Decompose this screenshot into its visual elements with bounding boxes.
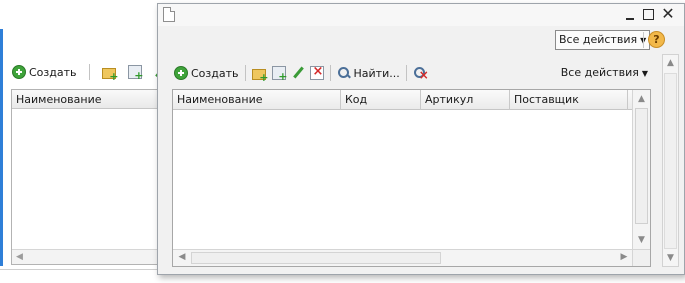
scroll-down-icon[interactable]: ▼: [663, 253, 678, 263]
background-window-accent: [0, 29, 3, 266]
edit-button[interactable]: [292, 64, 304, 82]
edit-icon: [292, 66, 304, 80]
scroll-thumb[interactable]: [635, 108, 648, 224]
column-header-article[interactable]: Артикул: [421, 90, 510, 110]
plus-icon: [174, 66, 188, 80]
form-toolbar: Создать Найти...: [174, 64, 433, 84]
all-actions-toolbar-label: Все действия: [560, 66, 639, 79]
plus-icon: [12, 65, 26, 79]
copy-button[interactable]: [271, 64, 288, 83]
help-icon[interactable]: ?: [648, 31, 665, 48]
scroll-corner: [632, 249, 650, 266]
folder-add-icon: [251, 69, 269, 84]
toolbar-separator: [405, 65, 407, 81]
header-separator: [643, 32, 644, 48]
window-titlebar[interactable]: ✕: [158, 4, 684, 26]
toolbar-separator: [329, 65, 331, 81]
minimize-icon[interactable]: [623, 7, 637, 21]
column-header-supplier[interactable]: Поставщик: [510, 90, 628, 110]
find-label: Найти...: [353, 66, 400, 80]
toolbar-separator: [88, 64, 90, 80]
all-actions-header-button[interactable]: Все действия▼: [555, 30, 651, 50]
search-icon: [337, 66, 351, 80]
background-create-button[interactable]: Создать: [12, 63, 77, 81]
list-form-window: ✕ Все действия▼ ? Создать Найти...: [157, 3, 685, 275]
scroll-right-icon[interactable]: ▶: [617, 252, 631, 264]
clear-search-icon: [413, 66, 429, 82]
scroll-left-icon[interactable]: ◀: [175, 252, 189, 264]
scroll-left-icon[interactable]: ◀: [16, 252, 23, 262]
table-header: Наименование Код Артикул Поставщик: [173, 90, 633, 110]
all-actions-toolbar-button[interactable]: Все действия ▼: [561, 66, 648, 79]
background-column-name[interactable]: Наименование: [12, 90, 160, 109]
background-table[interactable]: Наименование ◀: [11, 89, 161, 265]
copy-icon[interactable]: [127, 65, 144, 82]
document-icon: [163, 7, 175, 22]
clear-search-button[interactable]: [413, 64, 429, 82]
folder-add-icon[interactable]: [101, 68, 119, 83]
find-button[interactable]: Найти...: [337, 64, 400, 82]
scroll-thumb[interactable]: [664, 73, 677, 249]
scroll-up-icon[interactable]: ▲: [633, 91, 650, 107]
scroll-down-icon[interactable]: ▼: [633, 232, 650, 248]
close-icon[interactable]: ✕: [661, 6, 675, 22]
scroll-up-icon[interactable]: ▲: [663, 58, 678, 68]
create-group-button[interactable]: [251, 64, 269, 84]
delete-icon: [309, 64, 324, 80]
column-header-code[interactable]: Код: [341, 90, 421, 110]
window-vertical-scrollbar[interactable]: ▲ ▼: [662, 54, 679, 267]
create-label: Создать: [191, 66, 239, 80]
column-header-name[interactable]: Наименование: [173, 90, 341, 110]
background-horizontal-scrollbar[interactable]: ◀: [12, 249, 160, 264]
background-toolbar: Создать: [12, 63, 166, 83]
create-button[interactable]: Создать: [174, 64, 239, 82]
maximize-icon[interactable]: [641, 7, 655, 21]
scroll-thumb[interactable]: [191, 252, 441, 264]
copy-icon: [271, 66, 288, 83]
list-table[interactable]: Наименование Код Артикул Поставщик ▲ ▼ ◀…: [172, 89, 651, 267]
delete-button[interactable]: [309, 64, 324, 82]
table-horizontal-scrollbar[interactable]: ◀ ▶: [173, 249, 633, 266]
table-vertical-scrollbar[interactable]: ▲ ▼: [632, 90, 650, 249]
all-actions-header-label: Все действия: [559, 33, 638, 46]
toolbar-separator: [244, 65, 246, 81]
chevron-down-icon: ▼: [641, 69, 648, 78]
